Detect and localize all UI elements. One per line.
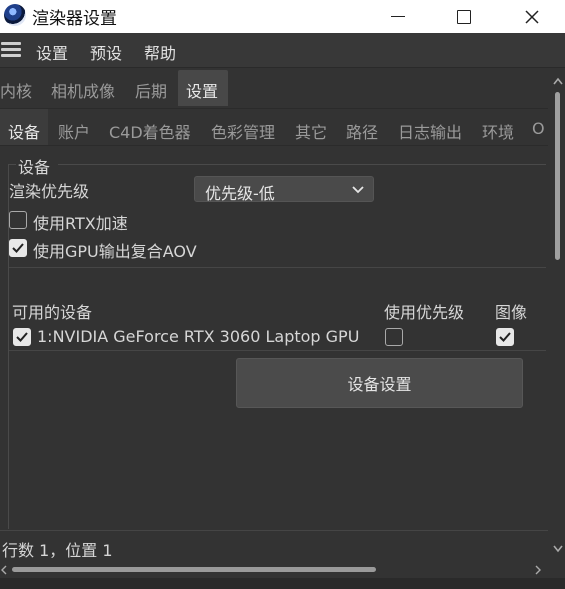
table-left-tick: [8, 282, 9, 294]
horizontal-scrollbar[interactable]: [0, 562, 548, 578]
top-tab-bar: 内核 相机成像 后期 设置: [0, 70, 548, 106]
device-use-priority-checkbox[interactable]: [385, 328, 403, 346]
scroll-right-icon[interactable]: [534, 565, 542, 575]
minimize-icon: [391, 16, 405, 17]
scroll-down-icon[interactable]: [552, 544, 564, 554]
close-icon: [525, 9, 539, 24]
header-available-devices: 可用的设备: [12, 303, 93, 322]
device-name: 1:NVIDIA GeForce RTX 3060 Laptop GPU: [37, 327, 360, 346]
gpu-aov-label: 使用GPU输出复合AOV: [33, 242, 197, 261]
maximize-button[interactable]: [435, 0, 493, 33]
window-title: 渲染器设置: [32, 9, 117, 29]
check-icon: [12, 243, 24, 253]
tab-paths[interactable]: 路径: [346, 109, 378, 145]
tab-kernel[interactable]: 内核: [0, 70, 38, 104]
gpu-aov-checkbox[interactable]: [9, 239, 27, 257]
tab-c4d-shaders[interactable]: C4D着色器: [109, 109, 191, 145]
rtx-checkbox[interactable]: [9, 211, 27, 229]
title-bar: 渲染器设置: [0, 0, 565, 33]
group-border-top-right: [58, 164, 546, 165]
tab-log-output[interactable]: 日志输出: [398, 109, 462, 145]
header-use-priority: 使用优先级: [384, 303, 465, 322]
sub-tab-bar: 设备 账户 C4D着色器 色彩管理 其它 路径 日志输出 环境 O: [0, 108, 548, 146]
render-priority-value: 优先级-低: [205, 184, 275, 203]
status-text: 行数 1，位置 1: [2, 541, 113, 560]
menu-settings[interactable]: 设置: [36, 40, 68, 64]
rtx-label: 使用RTX加速: [33, 214, 128, 233]
scroll-left-icon[interactable]: [0, 565, 8, 575]
tab-o[interactable]: O: [532, 109, 545, 145]
status-bar: 行数 1，位置 1: [0, 530, 548, 562]
vertical-scrollbar[interactable]: [550, 72, 565, 560]
tab-camera-imager[interactable]: 相机成像: [51, 70, 121, 104]
tab-account[interactable]: 账户: [58, 109, 90, 145]
hamburger-menu-icon[interactable]: [1, 42, 21, 58]
menu-bar: 设置 预设 帮助: [0, 33, 565, 68]
maximize-icon: [457, 9, 471, 24]
group-title-devices: 设备: [16, 154, 53, 178]
tab-devices[interactable]: 设备: [0, 109, 48, 145]
table-row-divider: [9, 350, 546, 351]
tab-color-management[interactable]: 色彩管理: [211, 109, 275, 145]
device-image-checkbox[interactable]: [496, 328, 514, 346]
scroll-up-icon[interactable]: [552, 76, 564, 86]
chevron-down-icon: [352, 186, 364, 194]
tab-post[interactable]: 后期: [135, 70, 171, 104]
tab-settings[interactable]: 设置: [178, 70, 228, 106]
tab-environment[interactable]: 环境: [482, 109, 514, 145]
device-settings-button[interactable]: 设备设置: [236, 358, 523, 408]
horizontal-scroll-thumb[interactable]: [12, 567, 376, 572]
header-image: 图像: [495, 303, 528, 322]
check-icon: [16, 332, 28, 342]
menu-presets[interactable]: 预设: [90, 40, 122, 64]
device-enabled-checkbox[interactable]: [13, 328, 31, 346]
section-divider: [9, 267, 546, 268]
minimize-button[interactable]: [369, 0, 427, 33]
cinema4d-logo-icon: [4, 4, 26, 26]
render-priority-label: 渲染优先级: [9, 182, 90, 201]
bottom-edge: [0, 578, 565, 589]
menu-help[interactable]: 帮助: [144, 40, 176, 64]
group-border-top-left: [8, 164, 16, 165]
render-priority-select[interactable]: 优先级-低: [194, 176, 374, 203]
check-icon: [499, 332, 511, 342]
tab-other[interactable]: 其它: [295, 109, 327, 145]
vertical-scroll-thumb[interactable]: [555, 92, 560, 260]
close-button[interactable]: [503, 0, 561, 33]
